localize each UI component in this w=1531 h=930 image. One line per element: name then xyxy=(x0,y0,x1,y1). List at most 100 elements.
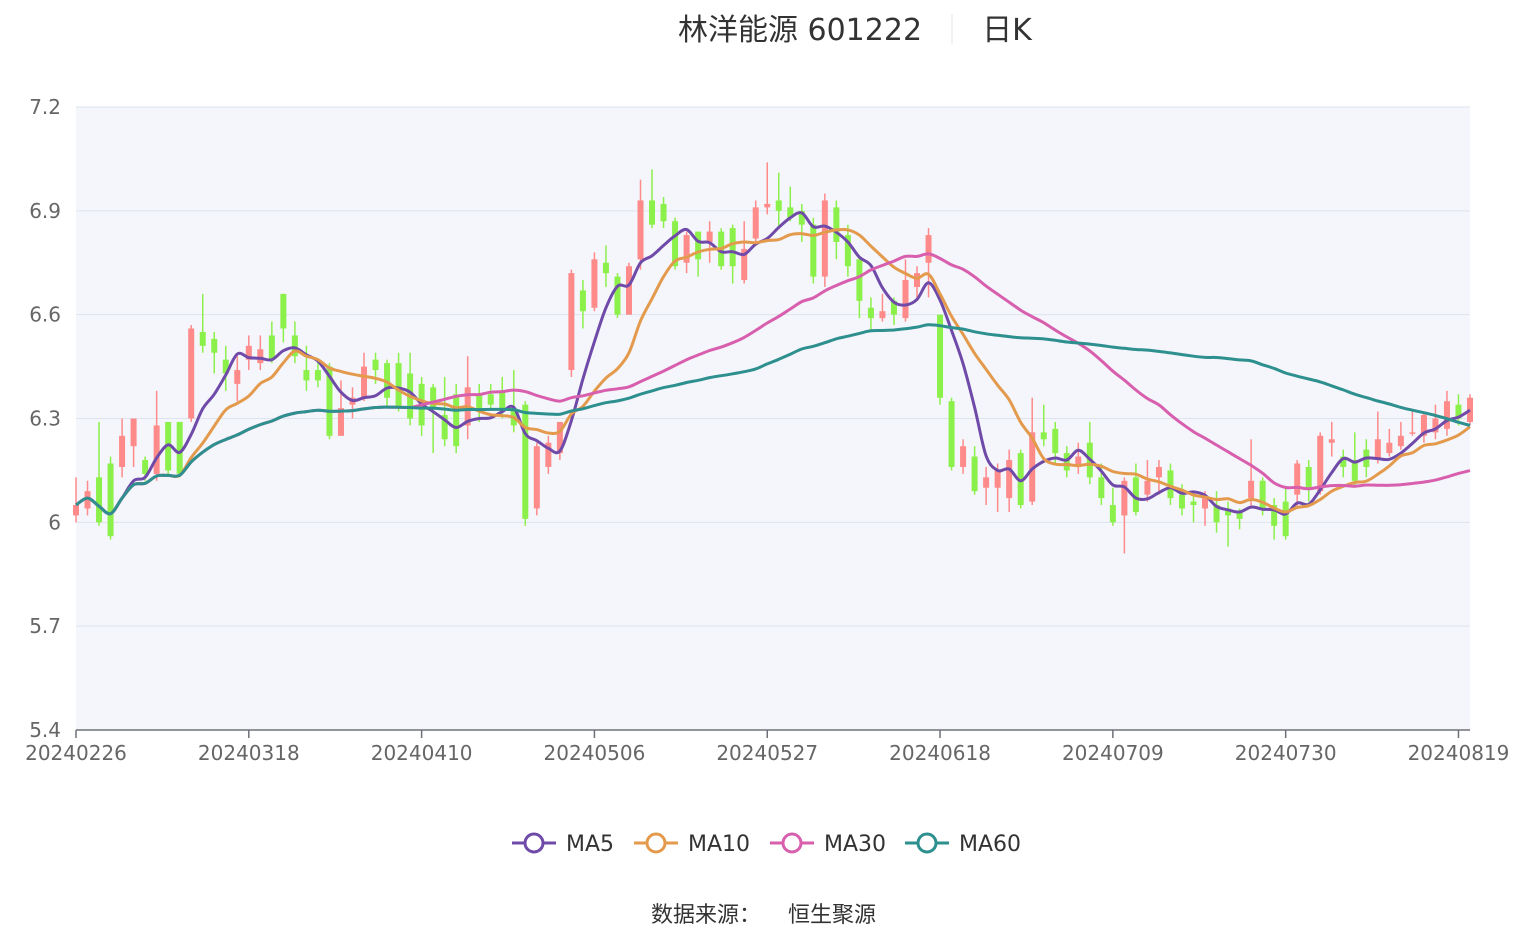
candle-body xyxy=(314,370,321,381)
x-tick-label: 20240618 xyxy=(889,741,991,765)
candle-body xyxy=(637,200,644,260)
x-tick-label: 20240819 xyxy=(1408,741,1510,765)
candle-body xyxy=(948,401,955,467)
candle-body xyxy=(867,307,874,319)
candle-body xyxy=(602,262,609,274)
candle-body xyxy=(729,228,736,267)
candle-body xyxy=(211,338,218,353)
y-tick-label: 5.7 xyxy=(29,614,61,638)
candle-body xyxy=(395,363,402,409)
candle-body xyxy=(821,200,828,277)
candle-body xyxy=(361,366,368,398)
candle-body xyxy=(994,470,1001,488)
candle-body xyxy=(614,276,621,315)
candle-body xyxy=(73,505,79,516)
candle-body xyxy=(1202,498,1209,509)
legend: MA5 MA10 MA30 MA60 xyxy=(512,832,1021,857)
chart-title: 林洋能源 601222 xyxy=(678,13,922,48)
candle-body xyxy=(176,421,183,474)
candle-body xyxy=(1386,442,1393,454)
source-label: 数据来源： xyxy=(651,903,761,928)
candle-body xyxy=(153,425,160,474)
legend-label: MA5 xyxy=(566,832,614,857)
legend-item-ma5: MA5 xyxy=(512,832,614,857)
y-tick-label: 5.4 xyxy=(29,718,61,742)
x-tick-label: 20240506 xyxy=(544,741,646,765)
y-tick-label: 6.9 xyxy=(29,199,61,223)
candle-body xyxy=(522,404,529,519)
candle-body xyxy=(199,331,206,346)
candle-body xyxy=(660,203,667,222)
chart-period: 日K xyxy=(982,13,1033,48)
candle-body xyxy=(487,394,494,405)
candle-body xyxy=(1317,435,1324,492)
candle-body xyxy=(925,235,932,263)
candle-body xyxy=(107,463,114,537)
candle-body xyxy=(764,203,771,208)
candle-body xyxy=(257,349,264,364)
candle-body xyxy=(1063,453,1070,471)
legend-label: MA10 xyxy=(688,832,750,857)
legend-marker xyxy=(916,832,938,854)
candle-body xyxy=(188,328,195,419)
candle-body xyxy=(960,446,967,467)
y-tick-label: 6.3 xyxy=(29,407,61,431)
candle-body xyxy=(833,207,840,242)
x-tick-label: 20240318 xyxy=(198,741,300,765)
candle-body xyxy=(499,390,506,409)
legend-item-ma10: MA10 xyxy=(634,832,750,857)
candle-body xyxy=(1109,505,1116,523)
candlestick-chart: 林洋能源 601222 日K 5.4 5.7 6 6.3 6.6 6.9 7.2 20240… xyxy=(25,13,1510,928)
candle-body xyxy=(96,477,103,523)
legend-item-ma30: MA30 xyxy=(770,832,886,857)
candle-body xyxy=(1294,463,1301,495)
x-tick-label: 20240226 xyxy=(25,741,127,765)
candle-body xyxy=(372,359,379,371)
y-axis: 5.4 5.7 6 6.3 6.6 6.9 7.2 xyxy=(29,95,61,742)
candle-body xyxy=(280,293,287,329)
candle-body xyxy=(234,370,241,384)
legend-label: MA60 xyxy=(959,832,1021,857)
candle-body xyxy=(1443,401,1450,429)
x-tick-label: 20240527 xyxy=(716,741,818,765)
candle-body xyxy=(914,273,921,287)
candle-body xyxy=(1409,432,1416,434)
candle-body xyxy=(1282,501,1289,537)
candle-body xyxy=(752,207,759,239)
candle-body xyxy=(1178,494,1185,509)
candle-body xyxy=(1305,466,1312,488)
candle-body xyxy=(533,446,540,509)
x-tick-label: 20240709 xyxy=(1062,741,1164,765)
legend-marker xyxy=(523,832,545,854)
candle-body xyxy=(1155,466,1162,478)
candle-body xyxy=(568,273,575,371)
candle-body xyxy=(1006,460,1013,499)
y-tick-label: 6 xyxy=(48,510,61,534)
candle-body xyxy=(625,266,632,315)
candle-body xyxy=(1397,435,1404,447)
candle-body xyxy=(1098,477,1105,499)
y-tick-label: 7.2 xyxy=(29,95,61,119)
candle-body xyxy=(1190,501,1197,506)
candle-body xyxy=(983,477,990,488)
candle-body xyxy=(971,456,978,492)
legend-marker xyxy=(645,832,667,854)
candle-body xyxy=(775,200,782,211)
candle-body xyxy=(695,231,702,260)
candle-body xyxy=(1144,480,1151,495)
candle-body xyxy=(1052,428,1059,454)
candle-body xyxy=(591,259,598,308)
candle-body xyxy=(649,200,656,225)
candle-body xyxy=(706,231,713,242)
candle-body xyxy=(1248,480,1255,499)
x-axis: 20240226 20240318 20240410 20240506 20240527… xyxy=(25,729,1510,765)
legend-label: MA30 xyxy=(824,832,886,857)
legend-item-ma60: MA60 xyxy=(905,832,1021,857)
candle-body xyxy=(879,311,886,319)
candle-body xyxy=(810,224,817,277)
candle-body xyxy=(119,435,126,467)
candle-body xyxy=(130,418,137,447)
x-tick-label: 20240410 xyxy=(371,741,473,765)
candle-body xyxy=(268,335,275,360)
candle-body xyxy=(1040,432,1047,440)
